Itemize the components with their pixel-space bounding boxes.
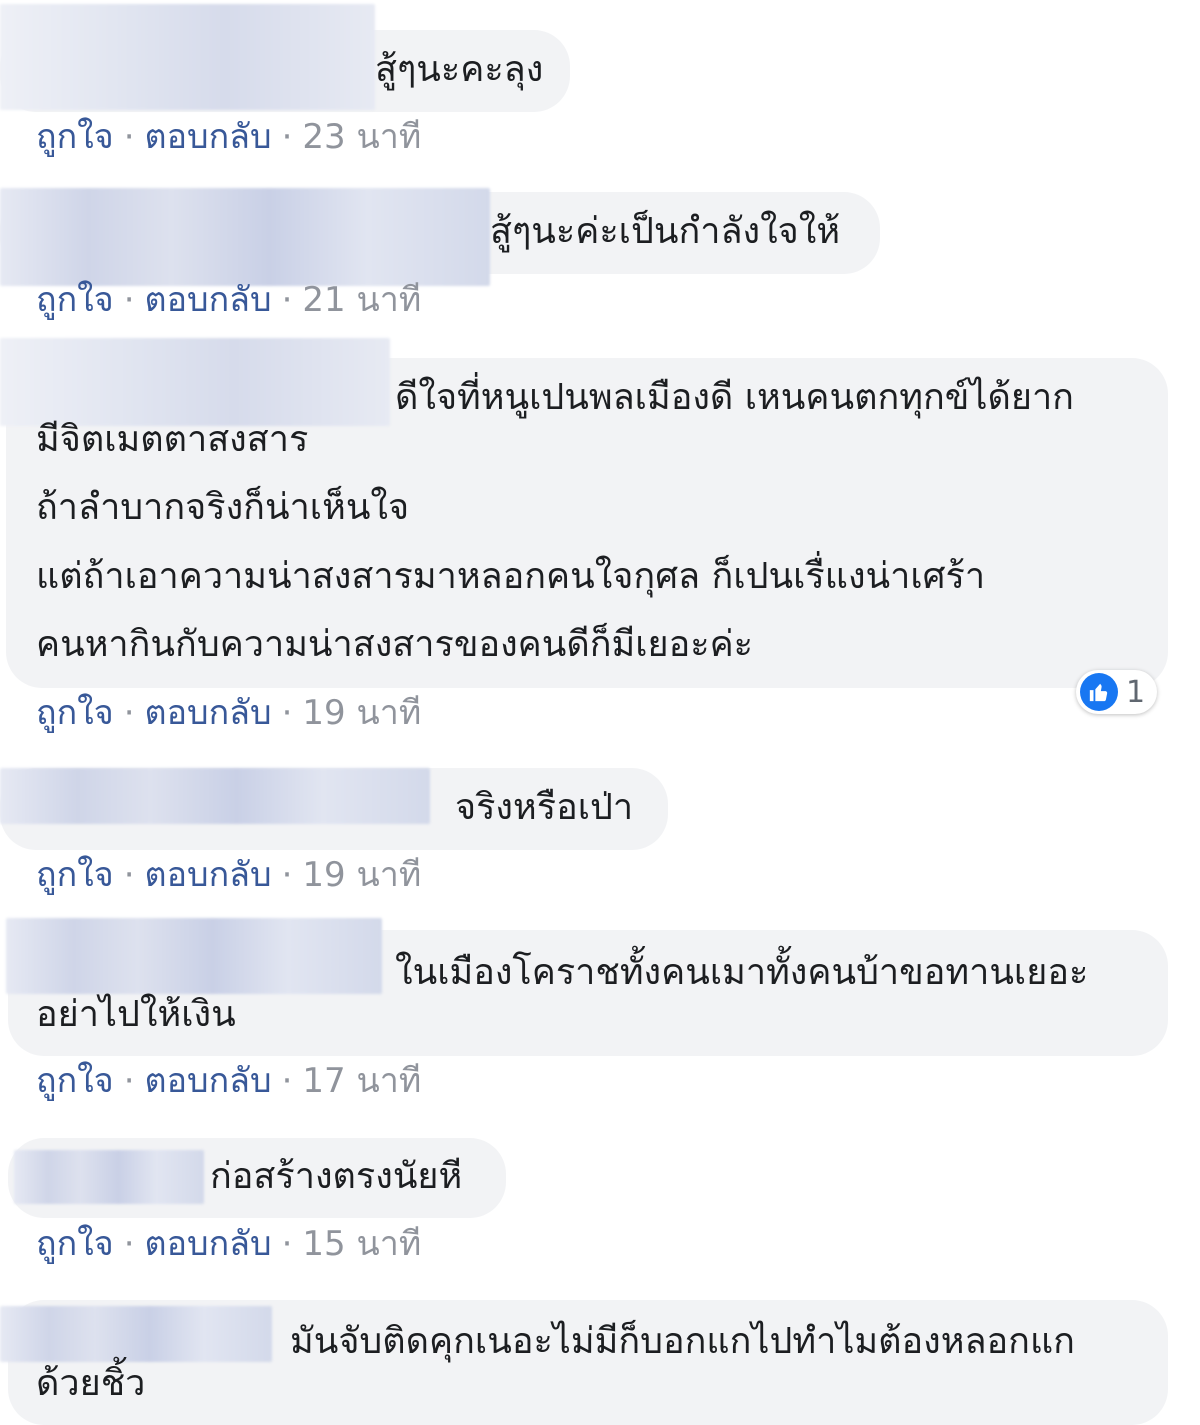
like-link[interactable]: ถูกใจ [36,280,114,320]
blurred-commenter-name[interactable] [0,4,375,110]
separator: · [123,117,135,157]
comment-text: สู้ๆนะค่ะเป็นกำลังใจให้ [490,211,841,252]
reply-link[interactable]: ตอบกลับ [145,1061,272,1101]
comment-text-line: ถ้าลำบากจริงก็น่าเห็นใจ [36,487,410,528]
comment-timestamp[interactable]: 17 นาที [302,1061,421,1101]
separator: · [281,1224,293,1264]
comment-text: สู้ๆนะคะลุง [375,49,544,90]
blurred-commenter-name[interactable] [14,1150,204,1204]
thumbs-up-icon [1080,673,1118,711]
comment-text: ก่อสร้างตรงนัยหี [210,1156,463,1197]
blurred-commenter-name[interactable] [0,1306,272,1362]
separator: · [281,855,293,895]
comment-actions: ถูกใจ · ตอบกลับ · 17 นาที [36,1061,421,1101]
comment-timestamp[interactable]: 23 นาที [302,117,421,157]
reply-link[interactable]: ตอบกลับ [145,693,272,733]
like-link[interactable]: ถูกใจ [36,117,114,157]
reply-link[interactable]: ตอบกลับ [145,855,272,895]
separator: · [123,280,135,320]
comment-actions: ถูกใจ · ตอบกลับ · 23 นาที [36,117,421,157]
comment-text-line: ในเมืองโคราชทั้งคนเมาทั้งคนบ้าขอทานเยอะ [395,952,1089,993]
reply-link[interactable]: ตอบกลับ [145,117,272,157]
like-link[interactable]: ถูกใจ [36,693,114,733]
comment-text: จริงหรือเป่า [455,787,634,828]
separator: · [123,855,135,895]
separator: · [281,1061,293,1101]
comment-timestamp[interactable]: 19 นาที [302,693,421,733]
separator: · [281,693,293,733]
separator: · [123,1224,135,1264]
blurred-commenter-name[interactable] [0,768,430,824]
comment-timestamp[interactable]: 21 นาที [302,280,421,320]
like-link[interactable]: ถูกใจ [36,1224,114,1264]
reply-link[interactable]: ตอบกลับ [145,1224,272,1264]
comment-text-line: แต่ถ้าเอาความน่าสงสารมาหลอกคนใจกุศล ก็เป… [36,556,986,597]
reply-link[interactable]: ตอบกลับ [145,280,272,320]
like-link[interactable]: ถูกใจ [36,1061,114,1101]
comment-actions: ถูกใจ · ตอบกลับ · 15 นาที [36,1224,421,1264]
comment-actions: ถูกใจ · ตอบกลับ · 19 นาที [36,855,421,895]
comment-timestamp[interactable]: 19 นาที [302,855,421,895]
separator: · [281,117,293,157]
reaction-summary[interactable]: 1 [1076,670,1158,714]
comment-text-line: อย่าไปให้เงิน [36,994,236,1035]
comment-text-line: มันจับติดคุกเนอะไม่มีก็บอกแกไปทำไมต้องหล… [290,1321,1075,1362]
reaction-count: 1 [1126,674,1146,710]
blurred-commenter-name[interactable] [6,918,382,994]
comment-text-line: มีจิตเมตตาสงสาร [36,419,309,460]
blurred-commenter-name[interactable] [0,188,490,286]
comment-actions: ถูกใจ · ตอบกลับ · 19 นาที [36,693,421,733]
comment-text-line: ด้วยชิ้ว [36,1363,146,1404]
comment-text-line: คนหากินกับความน่าสงสารของคนดีก็มีเยอะค่ะ [36,624,754,665]
comment-actions: ถูกใจ · ตอบกลับ · 21 นาที [36,280,421,320]
separator: · [281,280,293,320]
comment-timestamp[interactable]: 15 นาที [302,1224,421,1264]
comment-text-line: ดีใจที่หนูเปนพลเมืองดี เหนคนตกทุกข์ได้ยา… [395,377,1074,418]
separator: · [123,693,135,733]
like-link[interactable]: ถูกใจ [36,855,114,895]
separator: · [123,1061,135,1101]
blurred-commenter-name[interactable] [0,338,390,426]
